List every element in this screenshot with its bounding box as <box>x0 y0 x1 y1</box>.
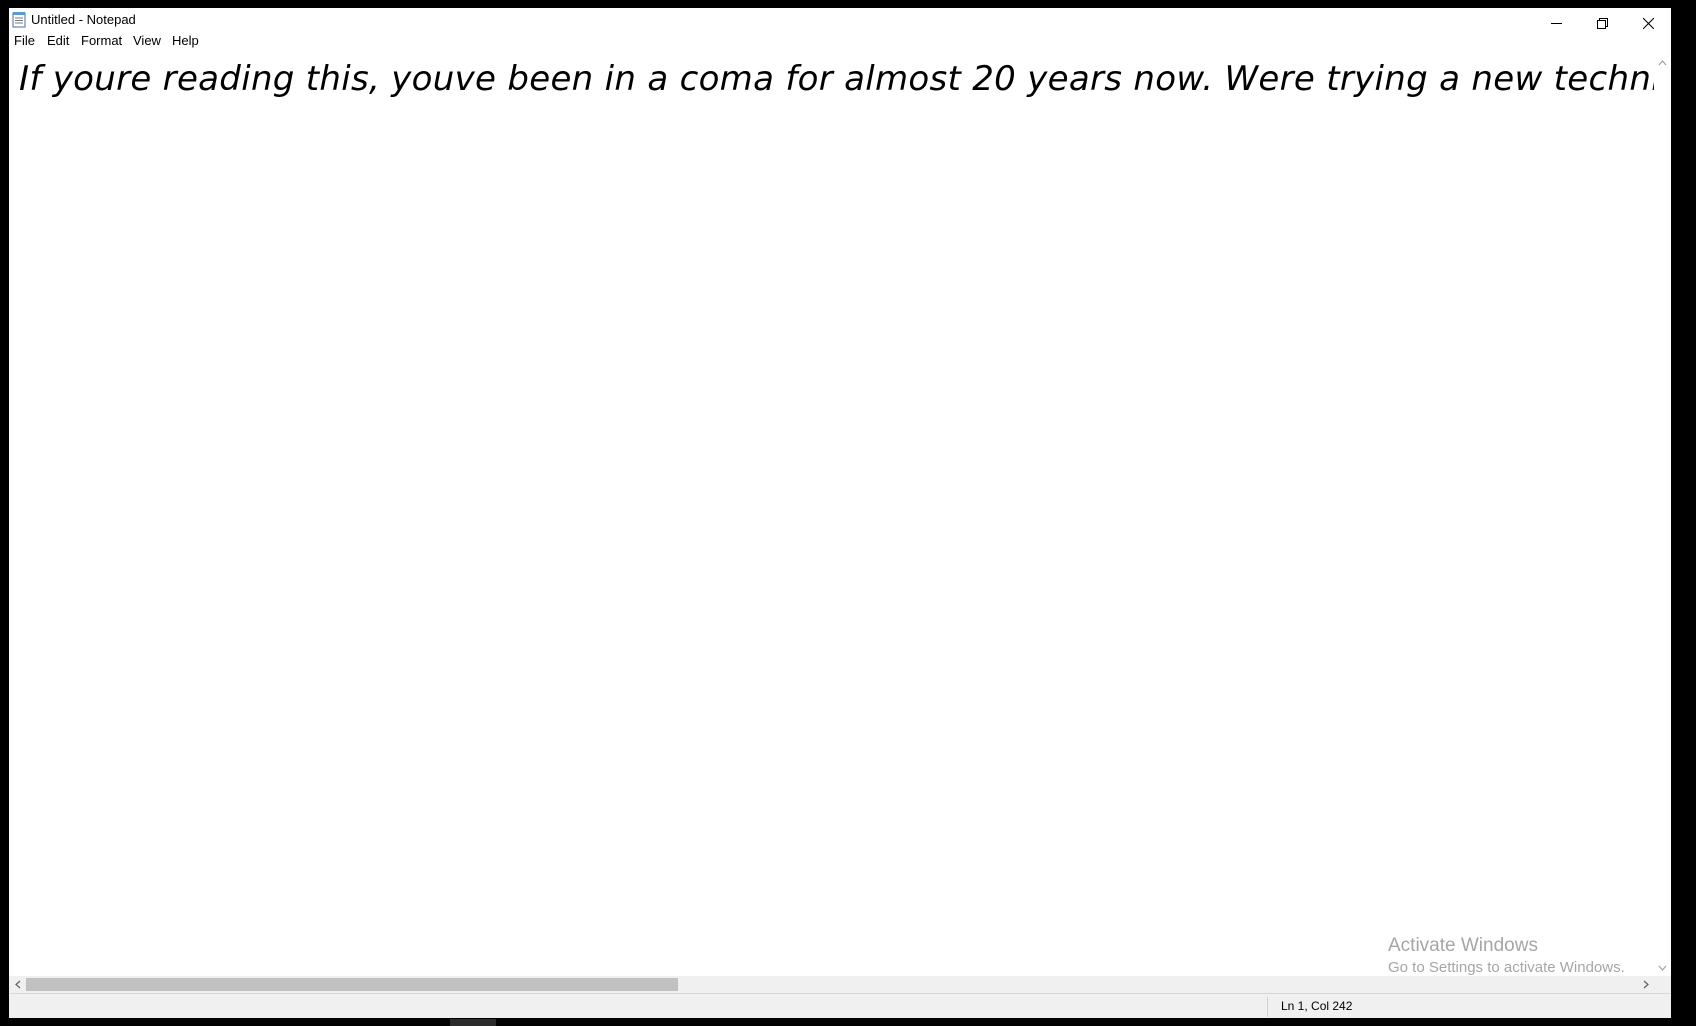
activate-windows-watermark: Activate Windows Go to Settings to activ… <box>1388 934 1625 978</box>
minimize-icon <box>1550 18 1562 29</box>
menu-help[interactable]: Help <box>169 32 202 50</box>
status-bar: Ln 1, Col 242 <box>9 993 1671 1018</box>
close-icon <box>1642 17 1654 29</box>
menu-view[interactable]: View <box>130 32 164 50</box>
menu-edit[interactable]: Edit <box>44 32 72 50</box>
scrollbar-corner <box>1654 976 1671 993</box>
watermark-title: Activate Windows <box>1388 935 1538 956</box>
watermark-subtitle: Go to Settings to activate Windows. <box>1388 959 1625 976</box>
menu-format[interactable]: Format <box>78 32 125 50</box>
notepad-icon[interactable] <box>12 11 26 28</box>
cursor-position: Ln 1, Col 242 <box>1281 999 1353 1013</box>
scroll-right-icon[interactable] <box>1637 976 1654 993</box>
scroll-left-icon[interactable] <box>9 976 26 993</box>
horizontal-scroll-track[interactable] <box>26 976 1637 993</box>
scroll-down-icon[interactable] <box>1654 959 1671 976</box>
notepad-window: Untitled - Notepad File Edit Format View… <box>9 8 1671 1018</box>
horizontal-scroll-thumb[interactable] <box>26 978 679 991</box>
editor-text[interactable]: If youre reading this, youve been in a c… <box>19 57 1671 101</box>
status-divider <box>1267 997 1268 1017</box>
text-editor-area[interactable]: If youre reading this, youve been in a c… <box>9 52 1671 976</box>
menu-file[interactable]: File <box>11 32 38 50</box>
scroll-up-icon[interactable] <box>1654 54 1671 71</box>
horizontal-scrollbar[interactable] <box>9 976 1671 993</box>
window-title: Untitled - Notepad <box>31 12 136 27</box>
taskbar-fragment <box>450 1019 496 1026</box>
restore-icon <box>1596 17 1608 29</box>
vertical-scrollbar[interactable] <box>1654 52 1671 976</box>
menu-bar: File Edit Format View Help <box>9 30 1671 52</box>
